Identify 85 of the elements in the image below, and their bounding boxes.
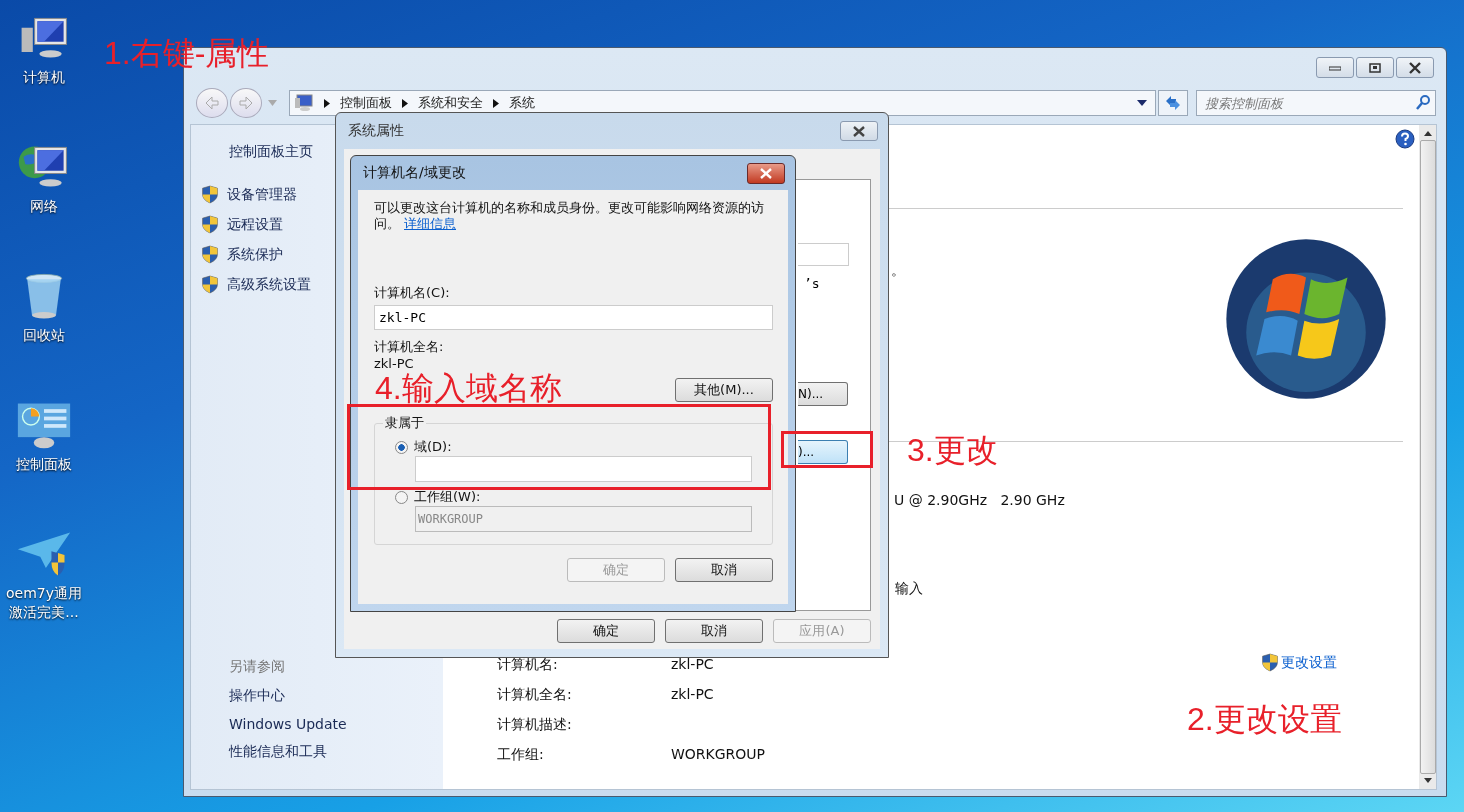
- description-text: 可以更改这台计算机的名称和成员身份。更改可能影响网络资源的访问。 详细信息: [374, 200, 765, 232]
- address-bar[interactable]: 控制面板 系统和安全 系统: [289, 90, 1156, 116]
- help-icon[interactable]: [1395, 129, 1415, 149]
- field-label: 工作组:: [497, 745, 545, 764]
- minimize-button[interactable]: [1316, 57, 1354, 78]
- section-heading: 另请参阅: [229, 658, 286, 676]
- scrollbar[interactable]: [1419, 125, 1436, 789]
- refresh-button[interactable]: [1158, 90, 1188, 116]
- sidebar-link[interactable]: 性能信息和工具: [229, 743, 443, 761]
- dialog-button[interactable]: N)...: [798, 382, 848, 406]
- dialog-button[interactable]: )...: [798, 440, 848, 464]
- more-button[interactable]: 其他(M)...: [675, 378, 773, 402]
- annotation-text: 2.更改设置: [1187, 703, 1342, 735]
- details-link[interactable]: 详细信息: [404, 216, 456, 231]
- desktop-icon-label[interactable]: 网络: [1, 197, 87, 216]
- scroll-down-icon[interactable]: [1423, 778, 1432, 783]
- breadcrumb-item[interactable]: 控制面板: [340, 94, 392, 112]
- close-button[interactable]: [747, 162, 785, 184]
- text-field[interactable]: [415, 456, 752, 482]
- chevron-icon: [402, 98, 408, 108]
- dialog-button[interactable]: 取消: [665, 619, 763, 643]
- search-field[interactable]: 搜索控制面板: [1196, 90, 1436, 116]
- field-value: WORKGROUP: [671, 745, 766, 764]
- field-label: 计算机全名:: [497, 685, 573, 704]
- field-value: zkl-PC: [671, 685, 715, 704]
- sidebar-link[interactable]: 远程设置: [227, 215, 283, 234]
- field-label: 计算机名(C):: [374, 284, 451, 301]
- shield-icon: [201, 275, 219, 294]
- close-icon: [853, 125, 865, 137]
- radio-label[interactable]: 域(D):: [414, 438, 452, 456]
- computer-icon: [294, 94, 314, 112]
- scroll-up-icon[interactable]: [1423, 131, 1432, 136]
- maximize-icon: [1369, 62, 1381, 73]
- radio-label[interactable]: 工作组(W):: [414, 488, 481, 506]
- annotation-text: 3.更改: [907, 434, 998, 466]
- close-icon: [760, 167, 772, 179]
- change-settings-link[interactable]: 更改设置: [1281, 653, 1337, 672]
- sidebar-link[interactable]: Windows Update: [229, 716, 443, 732]
- sidebar-link[interactable]: 高级系统设置: [227, 275, 311, 294]
- desktop-icon-label[interactable]: 控制面板: [1, 455, 87, 474]
- desktop-icon-label[interactable]: 计算机: [1, 68, 87, 87]
- desktop-icon-label[interactable]: 回收站: [1, 326, 87, 345]
- breadcrumb-item[interactable]: 系统: [509, 94, 535, 112]
- search-icon[interactable]: [1416, 95, 1430, 111]
- field-value: zkl-PC: [374, 355, 415, 372]
- text-fragment: 。: [891, 262, 905, 280]
- refresh-icon: [1164, 95, 1182, 111]
- field-label: 计算机名:: [497, 655, 559, 674]
- chevron-icon: [324, 98, 330, 108]
- control-panel-icon[interactable]: [16, 401, 72, 449]
- back-arrow-icon: [204, 96, 220, 110]
- forward-arrow-icon: [238, 96, 254, 110]
- window-title: 系统属性: [348, 122, 404, 140]
- shield-icon: [201, 185, 219, 204]
- annotation-text: 4.输入域名称: [375, 372, 562, 404]
- close-button[interactable]: [1396, 57, 1434, 78]
- window-title: 计算机名/域更改: [363, 164, 466, 182]
- dialog-button[interactable]: 确定: [557, 619, 655, 643]
- text-fragment: ’s: [804, 276, 820, 291]
- shield-icon: [201, 245, 219, 264]
- radio-button[interactable]: [395, 490, 408, 504]
- desktop-icon-label[interactable]: oem7y通用激活完美...: [1, 584, 87, 622]
- sidebar-link[interactable]: 设备管理器: [227, 185, 297, 204]
- maximize-button[interactable]: [1356, 57, 1394, 78]
- sidebar-link[interactable]: 操作中心: [229, 687, 443, 705]
- processor-text: U @ 2.90GHz 2.90 GHz: [894, 492, 1065, 508]
- text-fragment: 输入: [895, 580, 923, 598]
- field-label: 计算机全名:: [374, 338, 445, 355]
- chevron-icon: [493, 98, 499, 108]
- field-value: zkl-PC: [671, 655, 715, 674]
- dropdown-icon[interactable]: [1137, 100, 1147, 106]
- shield-icon: [201, 215, 219, 234]
- dialog-button[interactable]: 取消: [675, 558, 773, 582]
- sidebar-link[interactable]: 系统保护: [227, 245, 283, 264]
- close-icon: [1409, 61, 1421, 74]
- minimize-icon: [1329, 64, 1341, 71]
- computer-name-field[interactable]: zkl-PC: [374, 305, 773, 330]
- field-label: 计算机描述:: [497, 715, 573, 734]
- text-field[interactable]: [798, 243, 849, 266]
- breadcrumb-item[interactable]: 系统和安全: [418, 94, 483, 112]
- shield-icon: [1261, 653, 1279, 672]
- close-button[interactable]: [840, 121, 878, 141]
- radio-button[interactable]: [395, 440, 408, 454]
- paper-plane-shield-icon[interactable]: [16, 530, 72, 578]
- group-title: 隶属于: [384, 414, 425, 432]
